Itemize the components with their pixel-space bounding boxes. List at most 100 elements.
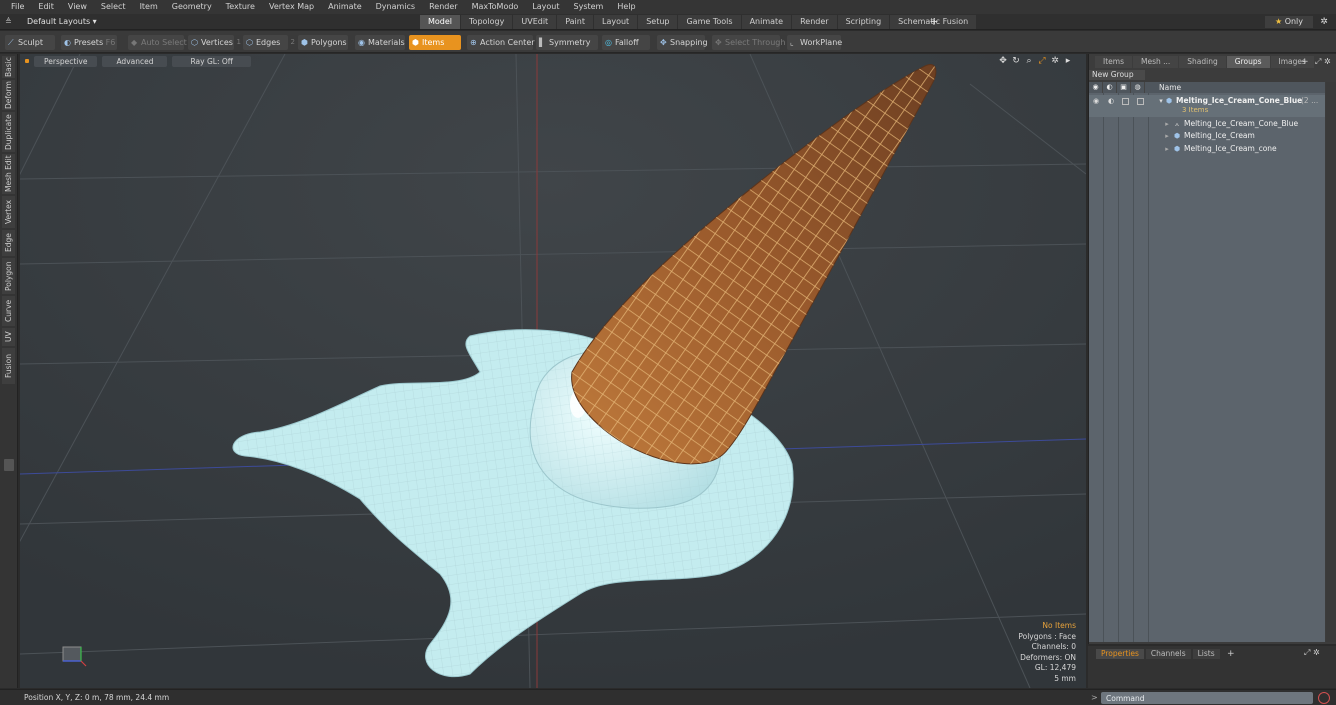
- select-through-button[interactable]: ✥ Select Through: [712, 35, 785, 50]
- menu-edit[interactable]: Edit: [31, 0, 61, 14]
- tab-topology[interactable]: Topology: [461, 15, 513, 29]
- side-tab-edge[interactable]: Edge: [2, 230, 15, 256]
- group-child-row[interactable]: ▸ ⬢ Melting_Ice_Cream_cone: [1089, 143, 1325, 155]
- edges-button[interactable]: ⬡ Edges 2: [243, 35, 295, 50]
- side-tab-deform[interactable]: Deform: [2, 80, 15, 110]
- side-tab-vertex[interactable]: Vertex: [2, 196, 15, 228]
- tab-model[interactable]: Model: [420, 15, 461, 29]
- visibility-col-icon[interactable]: ◉: [1089, 82, 1103, 93]
- tab-layout[interactable]: Layout: [593, 15, 638, 29]
- materials-button[interactable]: ◉ Materials: [355, 35, 405, 50]
- menu-dynamics[interactable]: Dynamics: [369, 0, 422, 14]
- rotate-view-icon[interactable]: ↻: [1010, 55, 1022, 67]
- auto-select-button[interactable]: ◆ Auto Select: [128, 35, 187, 50]
- command-clear-icon[interactable]: [1318, 692, 1330, 704]
- menu-view[interactable]: View: [61, 0, 94, 14]
- tab-uvedit[interactable]: UVEdit: [513, 15, 557, 29]
- select-checkbox[interactable]: [1137, 98, 1144, 105]
- layout-select[interactable]: Default Layouts ▾: [22, 16, 102, 28]
- new-group-button[interactable]: New Group: [1089, 70, 1145, 80]
- group-child-row[interactable]: ▸ ⟑ Melting_Ice_Cream_Cone_Blue: [1089, 118, 1325, 130]
- tab-properties[interactable]: Properties: [1096, 649, 1144, 659]
- command-history-icon[interactable]: >: [1091, 693, 1098, 703]
- symmetry-button[interactable]: ▌ Symmetry: [536, 35, 598, 50]
- workplane-button[interactable]: ⌞ WorkPlane: [787, 35, 842, 50]
- falloff-button[interactable]: ◎ Falloff: [602, 35, 650, 50]
- menu-texture[interactable]: Texture: [219, 0, 262, 14]
- select-col-icon[interactable]: ◍: [1131, 82, 1145, 93]
- menu-item[interactable]: Item: [133, 0, 165, 14]
- menu-file[interactable]: File: [4, 0, 31, 14]
- collapse-arrow-icon[interactable]: ▾: [1157, 95, 1165, 107]
- group-child-row[interactable]: ▸ ⬢ Melting_Ice_Cream: [1089, 130, 1325, 142]
- only-button[interactable]: ★ Only: [1265, 16, 1313, 28]
- zoom-view-icon[interactable]: ⌕: [1023, 55, 1035, 67]
- tab-channels[interactable]: Channels: [1145, 649, 1191, 659]
- sculpt-button[interactable]: ⟋ Sculpt: [5, 35, 55, 50]
- menu-render[interactable]: Render: [422, 0, 464, 14]
- action-center-button[interactable]: ⊕ Action Center: [467, 35, 535, 50]
- presets-button[interactable]: ◐ Presets F6: [61, 35, 117, 50]
- render-col-icon[interactable]: ◐: [1103, 82, 1117, 93]
- action-center-label: Action Center: [480, 38, 535, 47]
- panel-expand-icon[interactable]: ⤢ ✲: [1315, 56, 1331, 68]
- side-tab-mesh-edit[interactable]: Mesh Edit: [2, 154, 15, 194]
- add-tab-button[interactable]: +: [928, 15, 940, 29]
- gear-icon[interactable]: ✲: [1318, 16, 1330, 28]
- menu-layout[interactable]: Layout: [525, 0, 566, 14]
- tab-setup[interactable]: Setup: [638, 15, 678, 29]
- move-view-icon[interactable]: ✥: [997, 55, 1009, 67]
- menu-select[interactable]: Select: [94, 0, 133, 14]
- menu-system[interactable]: System: [567, 0, 611, 14]
- raygl-button[interactable]: Ray GL: Off: [172, 55, 251, 67]
- layout-switch-icon[interactable]: ≜: [5, 17, 15, 27]
- add-properties-tab-icon[interactable]: +: [1227, 649, 1235, 659]
- side-tab-polygon[interactable]: Polygon: [2, 258, 15, 294]
- side-tab-duplicate[interactable]: Duplicate: [2, 112, 15, 152]
- properties-tabs: Properties Channels Lists: [1096, 649, 1222, 659]
- tab-scripting[interactable]: Scripting: [837, 15, 890, 29]
- command-input[interactable]: [1101, 692, 1313, 704]
- eye-icon[interactable]: ◉: [1092, 95, 1100, 107]
- menu-animate[interactable]: Animate: [321, 0, 369, 14]
- menu-geometry[interactable]: Geometry: [165, 0, 219, 14]
- maximize-icon[interactable]: ⤢: [1036, 55, 1048, 67]
- side-tab-fusion[interactable]: Fusion: [2, 348, 15, 384]
- tab-game-tools[interactable]: Game Tools: [678, 15, 741, 29]
- menu-vertex-map[interactable]: Vertex Map: [262, 0, 321, 14]
- shading-advanced-button[interactable]: Advanced: [102, 55, 168, 67]
- side-tab-basic[interactable]: Basic: [2, 56, 15, 78]
- tab-animate[interactable]: Animate: [741, 15, 792, 29]
- lock-col-icon[interactable]: ▣: [1117, 82, 1131, 93]
- items-button[interactable]: ⬢ Items: [409, 35, 461, 50]
- tab-render[interactable]: Render: [792, 15, 837, 29]
- viewport-menu-icon[interactable]: [25, 59, 29, 63]
- viewport-expand-icon[interactable]: ▸: [1062, 55, 1074, 67]
- polygons-button[interactable]: ⬢ Polygons: [298, 35, 348, 50]
- vertices-button[interactable]: ⬡ Vertices 1: [188, 35, 241, 50]
- tab-shading[interactable]: Shading: [1179, 56, 1226, 68]
- lock-checkbox[interactable]: [1122, 98, 1129, 105]
- side-tab-uv[interactable]: UV: [2, 328, 15, 346]
- menu-maxtomodo[interactable]: MaxToModo: [465, 0, 526, 14]
- view-perspective-button[interactable]: Perspective: [34, 55, 98, 67]
- group-row[interactable]: ◉ ◐ ▾ ⬢ Melting_Ice_Cream_Cone_Blue (2 .…: [1089, 95, 1325, 117]
- tab-lists[interactable]: Lists: [1192, 649, 1220, 659]
- tab-mesh[interactable]: Mesh ...: [1132, 56, 1179, 68]
- add-panel-tab-icon[interactable]: +: [1301, 56, 1309, 68]
- tab-items[interactable]: Items: [1095, 56, 1132, 68]
- render-toggle-icon[interactable]: ◐: [1107, 95, 1115, 107]
- menu-help[interactable]: Help: [610, 0, 642, 14]
- auto-select-label: Auto Select: [141, 38, 187, 47]
- mode-tabs: Model Topology UVEdit Paint Layout Setup…: [420, 15, 977, 29]
- mesh-icon: ⬢: [1173, 145, 1181, 153]
- viewport-settings-icon[interactable]: ✲: [1049, 55, 1061, 67]
- tab-groups[interactable]: Groups: [1226, 56, 1270, 68]
- properties-expand-icon[interactable]: ⤢ ✲: [1304, 648, 1320, 658]
- 3d-viewport[interactable]: Perspective Advanced Ray GL: Off ✥ ↻ ⌕ ⤢…: [20, 54, 1086, 688]
- side-tab-curve[interactable]: Curve: [2, 296, 15, 326]
- tab-paint[interactable]: Paint: [557, 15, 593, 29]
- side-tab-extra[interactable]: [4, 459, 14, 471]
- snapping-button[interactable]: ✥ Snapping: [657, 35, 708, 50]
- group-list-scrollbar[interactable]: [1326, 82, 1336, 642]
